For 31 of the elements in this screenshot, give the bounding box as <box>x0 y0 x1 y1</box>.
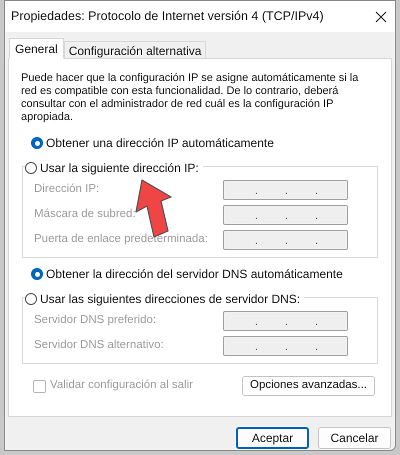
option-label[interactable]: Usar las siguientes direcciones de servidor DNS: <box>40 290 300 308</box>
separator-dot: . <box>314 210 318 222</box>
field-label: Puerta de enlace predeterminada: <box>34 232 208 247</box>
separator-dot: . <box>284 234 288 246</box>
dialog-button[interactable]: Cancelar <box>318 427 391 449</box>
separator-dot: . <box>254 234 258 246</box>
separator-dot: . <box>284 210 288 222</box>
field-label: Servidor DNS preferido: <box>34 312 156 328</box>
separator-dot: . <box>284 184 288 196</box>
separator-dot: . <box>284 316 288 328</box>
field-label: Máscara de subred: <box>34 206 136 222</box>
option-label[interactable]: Usar la siguiente dirección IP: <box>40 159 199 177</box>
window-title: Propiedades: Protocolo de Internet versión 4 (TCP/IPv4) <box>11 8 324 26</box>
option-label[interactable]: Obtener la dirección del servidor DNS automáticamente <box>46 265 343 283</box>
separator-dot: . <box>284 340 288 352</box>
tab[interactable]: Configuración alternativa <box>64 41 206 58</box>
separator-dot: . <box>254 184 258 196</box>
description-text: Puede hacer que la configuración IP se asigne automáticamente si la red es compatible con esta funcionalidad. De lo contrario, deberá consultar con el administrador de red cuál es la configuración IP apropiada. <box>21 72 360 124</box>
separator-dot: . <box>254 316 258 328</box>
separator-dot: . <box>314 184 318 196</box>
separator-dot: . <box>254 210 258 222</box>
field-label: Dirección IP: <box>34 182 100 197</box>
separator-dot: . <box>314 340 318 352</box>
tab[interactable]: General <box>9 38 64 59</box>
field-label: Servidor DNS alternativo: <box>34 338 164 353</box>
separator-dot: . <box>314 234 318 246</box>
advanced-options-button[interactable]: Opciones avanzadas... <box>242 376 375 396</box>
separator-dot: . <box>314 316 318 328</box>
option-label[interactable]: Obtener una dirección IP automáticamente <box>46 134 274 152</box>
dialog-button[interactable]: Aceptar <box>236 427 309 449</box>
separator-dot: . <box>254 340 258 352</box>
